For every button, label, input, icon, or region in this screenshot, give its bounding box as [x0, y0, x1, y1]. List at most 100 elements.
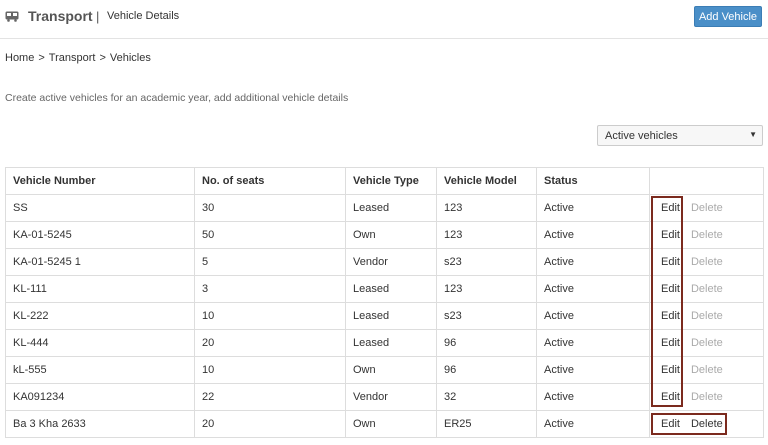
status-cell: Active [536, 221, 650, 249]
vehicle-model-cell: s23 [436, 248, 537, 276]
status-cell: Active [536, 356, 650, 384]
vehicle-model-cell: 32 [436, 383, 537, 411]
delete-link: Delete [690, 283, 723, 295]
edit-link[interactable]: Edit [661, 418, 680, 430]
edit-link[interactable]: Edit [661, 256, 680, 268]
status-cell: Active [536, 248, 650, 276]
edit-link[interactable]: Edit [661, 310, 680, 322]
actions-cell: Edit Delete [649, 275, 764, 303]
status-cell: Active [536, 302, 650, 330]
vehicle-type-cell: Own [345, 221, 437, 249]
table-row: KA-01-5245 1 5 Vendor s23 Active Edit Del… [5, 248, 764, 276]
delete-link: Delete [690, 256, 723, 268]
breadcrumb-home[interactable]: Home [5, 52, 34, 64]
vehicle-model-cell: 123 [436, 194, 537, 222]
status-cell: Active [536, 329, 650, 357]
actions-cell: Edit Delete [649, 329, 764, 357]
actions-cell: Edit Delete [649, 221, 764, 249]
edit-link[interactable]: Edit [661, 202, 680, 214]
edit-link[interactable]: Edit [661, 337, 680, 349]
column-header: No. of seats [194, 167, 346, 195]
status-cell: Active [536, 275, 650, 303]
table-row: KL-111 3 Leased 123 Active Edit Delete [5, 275, 764, 303]
vehicle-model-cell: 96 [436, 356, 537, 384]
status-cell: Active [536, 410, 650, 438]
vehicle-type-cell: Own [345, 410, 437, 438]
vehicle-number-cell: Ba 3 Kha 2633 [5, 410, 195, 438]
table-row: KA-01-5245 50 Own 123 Active Edit Delete [5, 221, 764, 249]
edit-link[interactable]: Edit [661, 391, 680, 403]
vehicle-model-cell: s23 [436, 302, 537, 330]
vehicle-number-cell: KL-444 [5, 329, 195, 357]
page-description: Create active vehicles for an academic y… [5, 92, 349, 104]
vehicle-number-cell: KL-222 [5, 302, 195, 330]
actions-cell: Edit Delete [649, 410, 764, 438]
vehicle-type-cell: Leased [345, 302, 437, 330]
actions-cell: Edit Delete [649, 356, 764, 384]
delete-link: Delete [690, 229, 723, 241]
delete-link[interactable]: Delete [691, 418, 723, 430]
vehicle-type-cell: Vendor [345, 248, 437, 276]
delete-link: Delete [690, 364, 723, 376]
breadcrumb: Home > Transport > Vehicles [5, 52, 151, 64]
column-header: Vehicle Type [345, 167, 437, 195]
vehicle-number-cell: KA-01-5245 1 [5, 248, 195, 276]
vehicle-model-cell: ER25 [436, 410, 537, 438]
column-header [649, 167, 764, 195]
status-cell: Active [536, 194, 650, 222]
select-value: Active vehicles [605, 129, 678, 142]
edit-link[interactable]: Edit [661, 229, 680, 241]
column-header: Status [536, 167, 650, 195]
vehicle-number-cell: kL-555 [5, 356, 195, 384]
vehicle-type-cell: Leased [345, 329, 437, 357]
table-row: kL-555 10 Own 96 Active Edit Delete [5, 356, 764, 384]
table-row: SS 30 Leased 123 Active Edit Delete [5, 194, 764, 222]
edit-link[interactable]: Edit [661, 283, 680, 295]
delete-link: Delete [690, 337, 723, 349]
vehicle-type-cell: Own [345, 356, 437, 384]
vehicle-type-cell: Vendor [345, 383, 437, 411]
breadcrumb-transport[interactable]: Transport [49, 52, 96, 64]
breadcrumb-separator: > [99, 52, 106, 64]
table-row: KA091234 22 Vendor 32 Active Edit Delete [5, 383, 764, 411]
caret-down-icon: ▼ [749, 130, 757, 139]
bus-icon [5, 11, 19, 22]
seats-cell: 22 [194, 383, 346, 411]
vehicle-number-cell: KA091234 [5, 383, 195, 411]
actions-cell: Edit Delete [649, 194, 764, 222]
title-separator: | [96, 9, 100, 24]
column-header: Vehicle Number [5, 167, 195, 195]
table-row: Ba 3 Kha 2633 20 Own ER25 Active Edit Del… [5, 410, 764, 438]
page-subtitle: Vehicle Details [107, 10, 180, 22]
delete-link: Delete [690, 391, 723, 403]
seats-cell: 10 [194, 356, 346, 384]
vehicle-type-cell: Leased [345, 194, 437, 222]
vehicle-number-cell: SS [5, 194, 195, 222]
seats-cell: 20 [194, 329, 346, 357]
vehicles-table: Vehicle Number No. of seats Vehicle Type… [5, 167, 764, 438]
actions-cell: Edit Delete [649, 302, 764, 330]
seats-cell: 30 [194, 194, 346, 222]
vehicle-number-cell: KL-111 [5, 275, 195, 303]
actions-cell: Edit Delete [649, 383, 764, 411]
vehicle-type-cell: Leased [345, 275, 437, 303]
edit-link[interactable]: Edit [661, 364, 680, 376]
table-header-row: Vehicle Number No. of seats Vehicle Type… [5, 167, 764, 195]
table-row: KL-444 20 Leased 96 Active Edit Delete [5, 329, 764, 357]
actions-cell: Edit Delete [649, 248, 764, 276]
status-cell: Active [536, 383, 650, 411]
delete-link: Delete [690, 310, 723, 322]
add-vehicle-button[interactable]: Add Vehicle [694, 6, 762, 27]
vehicle-model-cell: 96 [436, 329, 537, 357]
seats-cell: 50 [194, 221, 346, 249]
breadcrumb-vehicles: Vehicles [109, 52, 151, 64]
vehicle-number-cell: KA-01-5245 [5, 221, 195, 249]
seats-cell: 5 [194, 248, 346, 276]
page-header: Transport | Vehicle Details Add Vehicle [0, 0, 768, 36]
delete-link: Delete [690, 202, 723, 214]
vehicle-model-cell: 123 [436, 221, 537, 249]
table-row: KL-222 10 Leased s23 Active Edit Delete [5, 302, 764, 330]
seats-cell: 20 [194, 410, 346, 438]
vehicle-status-select[interactable]: Active vehicles ▼ [597, 125, 763, 146]
breadcrumb-separator: > [38, 52, 45, 64]
